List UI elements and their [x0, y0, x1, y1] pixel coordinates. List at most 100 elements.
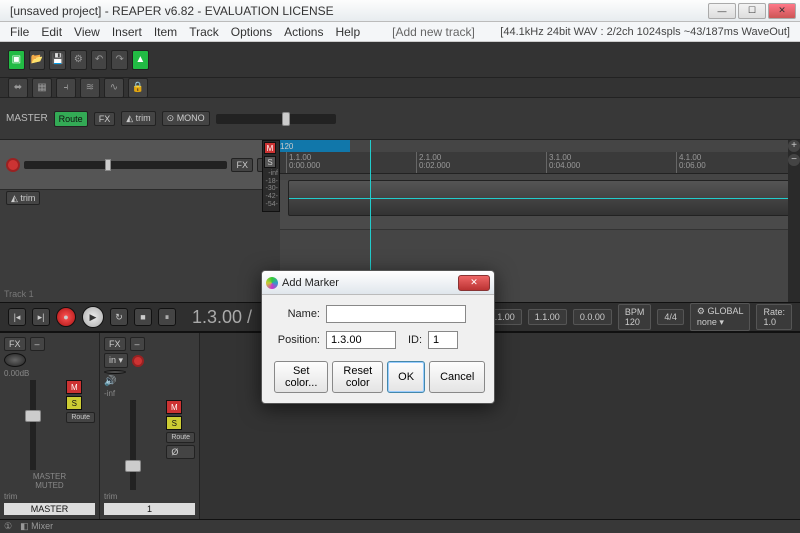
master-fader[interactable]: [4, 380, 62, 470]
reaper-logo-icon: [266, 277, 278, 289]
playrate-chip[interactable]: Rate:1.0: [756, 304, 792, 330]
status-bar: ① ◧ Mixer: [0, 519, 800, 533]
snap-icon[interactable]: ⫞: [56, 78, 76, 98]
master-fx-button[interactable]: FX: [94, 112, 116, 126]
track-1[interactable]: 1 FX Ø: [0, 140, 280, 190]
menu-add-new-track[interactable]: [Add new track]: [392, 25, 475, 39]
master-route-button[interactable]: Route: [66, 412, 95, 423]
ch-pan-knob[interactable]: [104, 370, 126, 374]
go-end-button[interactable]: ▸|: [32, 308, 50, 326]
timeline-ruler[interactable]: 120 1.1.000:00.000 2.1.000:02.000 3.1.00…: [280, 152, 800, 174]
zoom-out-v-icon[interactable]: −: [788, 154, 800, 166]
ch-fader[interactable]: [104, 400, 162, 490]
marker-id-input[interactable]: [428, 331, 458, 349]
status-idx[interactable]: ①: [4, 521, 12, 532]
master-mono-button[interactable]: ⊙ MONO: [162, 111, 210, 126]
track-volume-slider[interactable]: [24, 161, 227, 169]
new-project-icon[interactable]: ▣: [8, 50, 25, 70]
ok-button[interactable]: OK: [387, 361, 425, 393]
main-toolbar: ▣ 📂 💾 ⚙ ↶ ↷ ▲: [0, 42, 800, 78]
track-meter: M S -inf -18- -30- -42- -54-: [262, 140, 280, 212]
pause-button[interactable]: ⏸: [158, 308, 176, 326]
master-trim-button[interactable]: ◭ trim: [121, 111, 155, 126]
tempo-region[interactable]: 120: [280, 140, 350, 152]
ripple-icon[interactable]: ≋: [80, 78, 100, 98]
ch-route-button[interactable]: Route: [166, 432, 195, 443]
link-icon[interactable]: ⬌: [8, 78, 28, 98]
master-muted-label: MASTER MUTED: [4, 472, 95, 490]
track-lane[interactable]: [280, 180, 800, 230]
settings-icon[interactable]: ⚙: [70, 50, 87, 70]
bpm-chip[interactable]: BPM120: [618, 304, 652, 330]
mute-button[interactable]: M: [264, 142, 276, 154]
master-solo-button[interactable]: S: [66, 396, 82, 410]
dialog-titlebar[interactable]: Add Marker ✕: [262, 271, 494, 295]
ch-solo-button[interactable]: S: [166, 416, 182, 430]
undo-icon[interactable]: ↶: [91, 50, 108, 70]
ch-input-button[interactable]: in ▾: [104, 353, 128, 368]
master-fx-slot[interactable]: FX: [4, 337, 26, 351]
track-fx-button[interactable]: FX: [231, 158, 253, 172]
redo-icon[interactable]: ↷: [111, 50, 128, 70]
dialog-close-button[interactable]: ✕: [458, 275, 490, 291]
save-project-icon[interactable]: 💾: [49, 50, 66, 70]
menu-insert[interactable]: Insert: [112, 25, 142, 39]
mixer-master-channel: FX– 0.00dB M S Route MASTER MUTED trim M…: [0, 333, 100, 519]
menu-item[interactable]: Item: [154, 25, 177, 39]
master-volume-slider[interactable]: [216, 114, 336, 124]
reset-color-button[interactable]: Reset color: [332, 361, 383, 393]
ch-phase-button[interactable]: Ø: [166, 445, 195, 459]
solo-button[interactable]: S: [264, 156, 276, 168]
track-trim-button[interactable]: ◭ trim: [6, 191, 40, 205]
menu-options[interactable]: Options: [231, 25, 272, 39]
selection-length[interactable]: 0.0.00: [573, 309, 612, 325]
menu-file[interactable]: File: [10, 25, 29, 39]
dialog-title: Add Marker: [282, 277, 339, 289]
menu-track[interactable]: Track: [189, 25, 219, 39]
master-mute-button[interactable]: M: [66, 380, 82, 394]
repeat-button[interactable]: ↻: [110, 308, 128, 326]
set-color-button[interactable]: Set color...: [274, 361, 328, 393]
play-button[interactable]: ▶: [82, 306, 104, 328]
ch-recarm-button[interactable]: [132, 355, 144, 367]
record-arm-button[interactable]: [6, 158, 20, 172]
stop-button[interactable]: ■: [134, 308, 152, 326]
marker-position-input[interactable]: [326, 331, 396, 349]
metronome-icon[interactable]: ▲: [132, 50, 149, 70]
close-button[interactable]: ✕: [768, 3, 796, 19]
minimize-button[interactable]: —: [708, 3, 736, 19]
add-marker-dialog: Add Marker ✕ Name: Position: ID: Set col…: [261, 270, 495, 404]
transport-position[interactable]: 1.3.00 /: [192, 307, 252, 328]
master-fx-bypass[interactable]: –: [30, 337, 45, 351]
go-start-button[interactable]: |◂: [8, 308, 26, 326]
cancel-button[interactable]: Cancel: [429, 361, 485, 393]
menu-view[interactable]: View: [74, 25, 100, 39]
media-item[interactable]: [288, 180, 792, 216]
menubar: File Edit View Insert Item Track Options…: [0, 22, 800, 42]
menu-edit[interactable]: Edit: [41, 25, 62, 39]
global-automation-chip[interactable]: ⚙ GLOBALnone ▾: [690, 303, 751, 331]
record-button[interactable]: ●: [56, 307, 76, 327]
selection-end[interactable]: 1.1.00: [528, 309, 567, 325]
master-pan-knob[interactable]: [4, 353, 26, 367]
menu-actions[interactable]: Actions: [284, 25, 323, 39]
zoom-in-v-icon[interactable]: +: [788, 140, 800, 152]
ch-speaker-icon[interactable]: 🔊: [104, 376, 195, 387]
master-trim-label: trim: [4, 492, 95, 501]
ch-fx-slot[interactable]: FX: [104, 337, 126, 351]
window-titlebar: [unsaved project] - REAPER v6.82 - EVALU…: [0, 0, 800, 22]
grid-icon[interactable]: ▦: [32, 78, 52, 98]
ch-fx-bypass[interactable]: –: [130, 337, 145, 351]
master-route-button[interactable]: Route: [54, 111, 88, 127]
menu-help[interactable]: Help: [335, 25, 360, 39]
marker-name-input[interactable]: [326, 305, 466, 323]
envelope-icon[interactable]: ∿: [104, 78, 124, 98]
ruler-tick: 1.1.000:00.000: [286, 152, 320, 173]
open-project-icon[interactable]: 📂: [29, 50, 46, 70]
ch-mute-button[interactable]: M: [166, 400, 182, 414]
maximize-button[interactable]: ☐: [738, 3, 766, 19]
timesig-chip[interactable]: 4/4: [657, 309, 684, 325]
lock-icon[interactable]: 🔒: [128, 78, 148, 98]
status-mixer-tab[interactable]: ◧ Mixer: [20, 521, 53, 532]
meter-scale: -inf -18- -30- -42- -54-: [264, 170, 278, 208]
